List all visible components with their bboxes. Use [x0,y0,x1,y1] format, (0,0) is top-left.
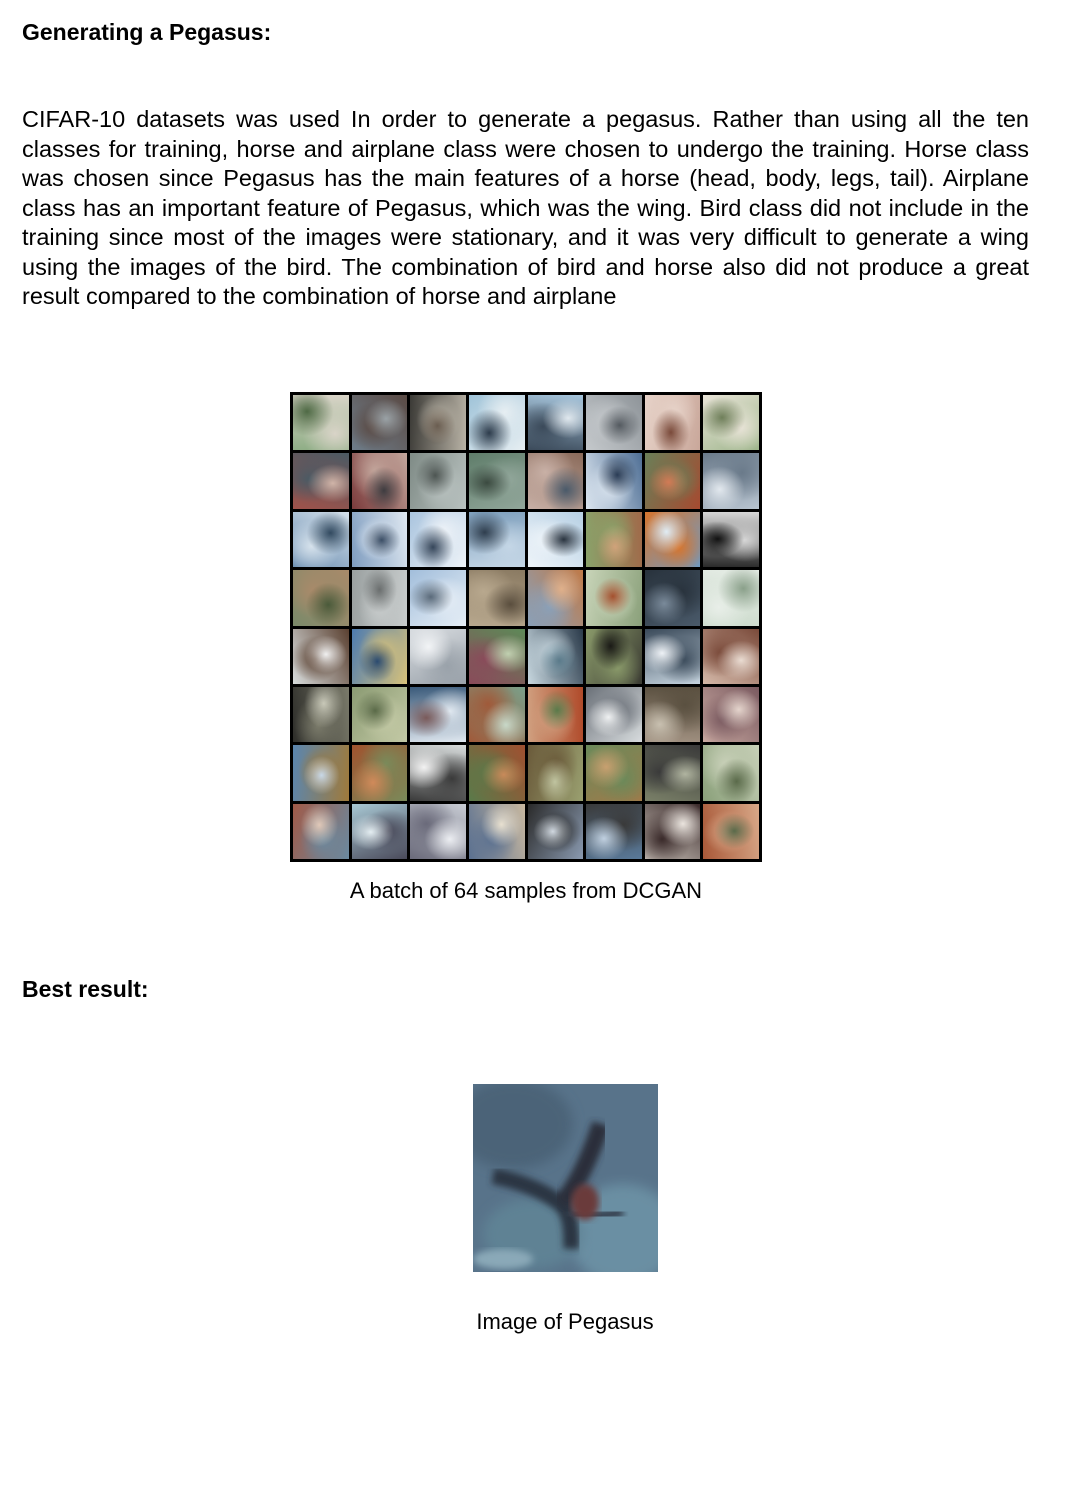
sample-tile [586,395,642,451]
sample-tile [644,511,701,568]
dcgan-sample-grid-image [290,392,762,862]
sample-tile [351,803,408,859]
figure-caption-samples: A batch of 64 samples from DCGAN [349,878,703,903]
sample-tile [586,511,642,568]
sample-tile [410,570,466,626]
sample-tile [527,395,584,451]
sample-tile [468,803,525,859]
sample-tile [527,745,584,801]
sample-tile [703,628,759,684]
sample-tile [644,803,701,859]
figure-caption-pegasus: Image of Pegasus [476,1309,654,1334]
sample-tile [468,511,525,568]
sample-tile [351,686,408,743]
sample-tile [468,628,525,684]
sample-tile [293,628,349,684]
sample-tile [293,686,349,743]
sample-tile [703,453,759,509]
sample-tile [527,511,584,568]
sample-tile [644,570,701,626]
sample-tile [351,745,408,801]
sample-tile [468,686,525,743]
section-heading-generating-pegasus: Generating a Pegasus: [22,19,272,45]
sample-tile [468,570,525,626]
sample-tile [351,570,408,626]
sample-tile [293,745,349,801]
sample-tile [410,453,466,509]
sample-tile [644,395,701,451]
sample-tile [468,453,525,509]
sample-tile [644,686,701,743]
sample-tile [293,803,349,859]
sample-tile [468,745,525,801]
sample-tile [293,570,349,626]
section-heading-best-result: Best result: [22,976,149,1002]
sample-tile [410,395,466,451]
sample-tile [586,453,642,509]
sample-tile [586,570,642,626]
sample-tile [527,570,584,626]
sample-tile [351,453,408,509]
sample-tile [410,511,466,568]
sample-tile [644,453,701,509]
sample-tile [410,803,466,859]
sample-tile [644,628,701,684]
sample-tile [644,745,701,801]
sample-tile [293,453,349,509]
sample-tile [586,745,642,801]
sample-tile [703,511,759,568]
sample-tile [410,628,466,684]
sample-tile [586,628,642,684]
sample-tile [410,686,466,743]
sample-tile [293,511,349,568]
sample-tile [703,570,759,626]
sample-tile [703,395,759,451]
sample-tile [468,395,525,451]
sample-tile [351,511,408,568]
sample-tile [703,686,759,743]
sample-tile [527,686,584,743]
sample-tile [527,628,584,684]
sample-tile [351,395,408,451]
sample-tile [527,453,584,509]
sample-tile [527,803,584,859]
sample-tile [586,803,642,859]
sample-tile [703,803,759,859]
sample-tile [703,745,759,801]
sample-tile [293,395,349,451]
body-paragraph: CIFAR-10 datasets was used In order to g… [22,106,1029,309]
pegasus-result-image [473,1084,658,1272]
sample-tile [410,745,466,801]
sample-tile [351,628,408,684]
sample-tile [586,686,642,743]
